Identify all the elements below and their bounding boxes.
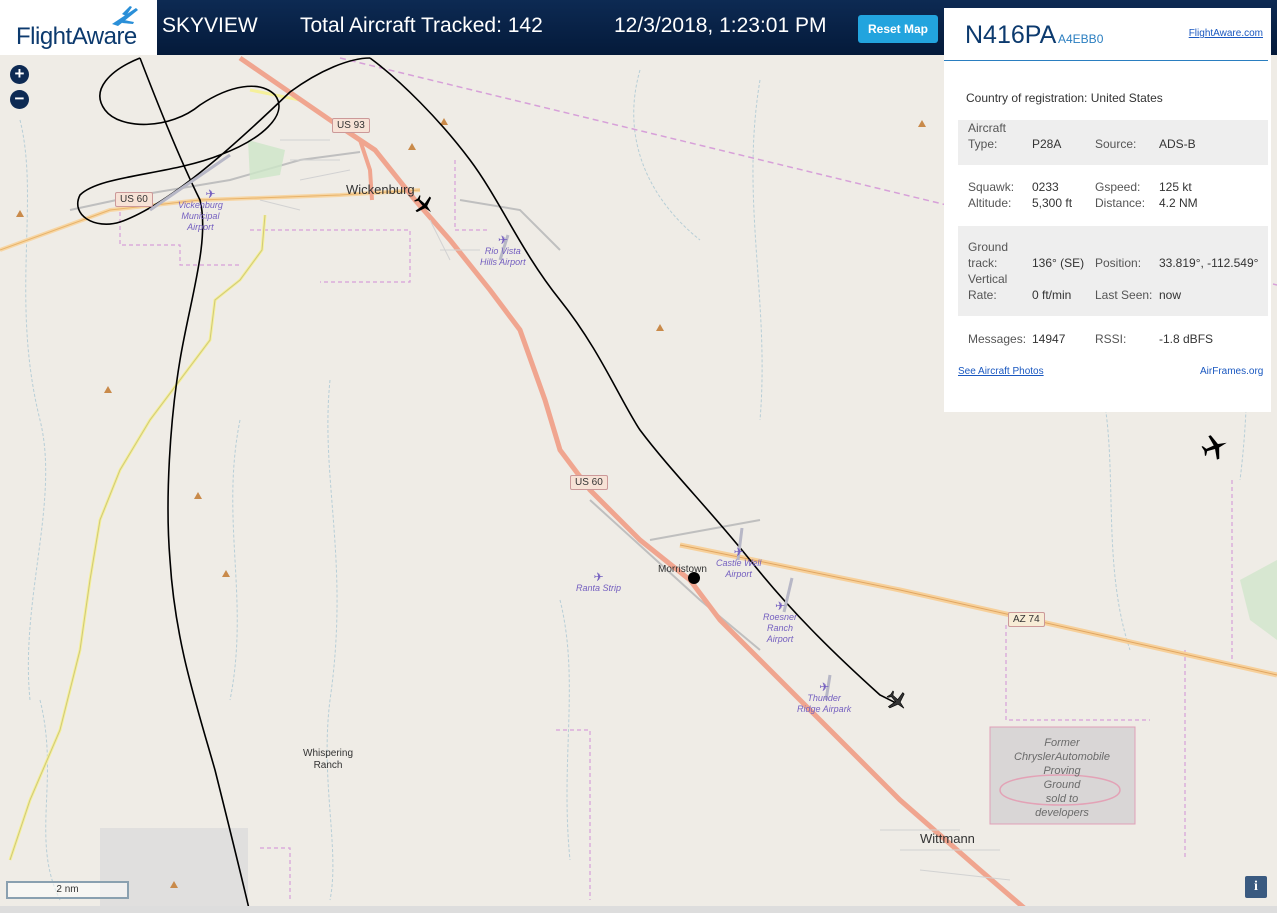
country-label: Country of registration: — [966, 91, 1088, 105]
country-row: Country of registration: United States — [966, 91, 1163, 105]
horizontal-scrollbar[interactable] — [0, 906, 1277, 913]
airport-rio-vista: ✈ Rio Vista Hills Airport — [480, 233, 526, 268]
type-label-line2: Type: — [968, 137, 998, 151]
proving-ground-label: Former ChryslerAutomobile Proving Ground sol… — [1000, 736, 1124, 820]
aircraft-icon[interactable] — [1200, 432, 1230, 462]
place-label-wittmann: Wittmann — [920, 831, 975, 846]
ground-track-value: 136° (SE) — [1032, 256, 1085, 270]
airport-label-line: Airport — [725, 569, 752, 579]
airport-label-line: Vickenburg — [178, 200, 223, 210]
place-label-wickenburg: Wickenburg — [346, 182, 415, 197]
airport-icon: ✈ — [774, 599, 786, 613]
vertical-rate-label-line1: Vertical — [968, 272, 1008, 286]
proving-ground-label-line: ChryslerAutomobile — [1014, 751, 1110, 763]
airport-icon: ✈ — [819, 680, 830, 694]
airframes-link[interactable]: AirFrames.org — [1200, 366, 1263, 377]
airport-ranta-strip: ✈ Ranta Strip — [576, 570, 622, 594]
airport-castle-well: ✈ Castle Well Airport — [716, 545, 762, 580]
scale-bar: 2 nm — [6, 881, 129, 899]
airport-icon: ✈ — [593, 570, 604, 584]
airport-roesner-ranch: ✈ Roesner Ranch Airport — [763, 599, 798, 645]
position-value: 33.819°, -112.549° — [1159, 256, 1259, 270]
place-label-line: Ranch — [313, 760, 343, 771]
receiver-location-marker — [688, 572, 700, 584]
proving-ground-label-line: Former — [1044, 737, 1080, 749]
type-label-line1: Aircraft — [968, 121, 1007, 135]
last-seen-label: Last Seen: — [1095, 288, 1153, 302]
last-seen-value: now — [1159, 288, 1182, 302]
airport-icon: ✈ — [205, 187, 216, 201]
selected-aircraft-icon[interactable] — [885, 689, 909, 713]
aircraft-icon[interactable] — [412, 193, 436, 217]
ground-track-label-line1: Ground — [968, 240, 1009, 254]
place-label-morristown: Morristown — [658, 564, 707, 575]
airport-icon: ✈ — [497, 233, 508, 247]
squawk-value: 0233 — [1032, 180, 1059, 194]
aircraft-registration: N416PA — [965, 21, 1057, 49]
altitude-label: Altitude: — [968, 196, 1012, 210]
rssi-value: -1.8 dBFS — [1159, 332, 1214, 346]
airport-label-line: Ridge Airpark — [797, 704, 852, 714]
airport-label-line: Municipal — [181, 211, 220, 221]
zoom-in-button[interactable]: + — [10, 65, 29, 84]
rssi-label: RSSI: — [1095, 332, 1127, 346]
place-label-line: Whispering — [303, 748, 354, 759]
info-button[interactable]: i — [1245, 876, 1267, 898]
proving-ground-label-line: Proving — [1043, 765, 1081, 777]
messages-value: 14947 — [1032, 332, 1066, 346]
source-value: ADS-B — [1159, 137, 1196, 151]
flightaware-logo[interactable]: FlightAware — [0, 0, 157, 55]
airport-label-line: Airport — [766, 634, 794, 644]
aircraft-info-panel: N416PA A4EBB0 FlightAware.com Country of… — [944, 8, 1271, 412]
altitude-value: 5,300 ft — [1032, 196, 1073, 210]
country-value: United States — [1090, 91, 1163, 105]
flightaware-link[interactable]: FlightAware.com — [1189, 28, 1263, 39]
aircraft-photos-link[interactable]: See Aircraft Photos — [958, 366, 1044, 377]
reset-map-button[interactable]: Reset Map — [858, 15, 938, 43]
place-label-whispering-ranch: Whispering Ranch — [303, 748, 353, 772]
source-label: Source: — [1095, 137, 1137, 151]
road-shield-us60: US 60 — [570, 475, 608, 490]
airport-label-line: Hills Airport — [480, 257, 526, 267]
distance-value: 4.2 NM — [1159, 196, 1198, 210]
airport-icon: ✈ — [733, 545, 744, 559]
airport-wickenburg: ✈ Vickenburg Municipal Airport — [178, 187, 223, 233]
app-name: SKYVIEW — [162, 14, 258, 37]
road-shield-us60: US 60 — [115, 192, 153, 207]
proving-ground-label-line: sold to — [1045, 793, 1079, 805]
airport-label-line: Roesner — [763, 612, 798, 622]
airport-label-line: Thunder — [807, 693, 841, 703]
zoom-out-button[interactable]: − — [10, 90, 29, 109]
messages-label: Messages: — [968, 332, 1027, 346]
total-tracked: Total Aircraft Tracked: 142 — [300, 14, 543, 37]
vertical-rate-label-line2: Rate: — [968, 288, 997, 302]
current-datetime: 12/3/2018, 1:23:01 PM — [614, 14, 827, 37]
road-shield-az74: AZ 74 — [1008, 612, 1045, 627]
airport-thunder-ridge: ✈ Thunder Ridge Airpark — [797, 680, 852, 715]
position-label: Position: — [1095, 256, 1142, 270]
ground-track-label-line2: track: — [968, 256, 998, 270]
gspeed-value: 125 kt — [1159, 180, 1192, 194]
vertical-rate-value: 0 ft/min — [1032, 288, 1072, 302]
aircraft-type-value: P28A — [1032, 137, 1062, 151]
aircraft-hex-code: A4EBB0 — [1058, 32, 1104, 46]
squawk-label: Squawk: — [968, 180, 1015, 194]
panel-divider — [944, 60, 1268, 61]
airport-label-line: Airport — [187, 222, 214, 232]
proving-ground-label-line: Ground — [1043, 779, 1081, 791]
gspeed-label: Gspeed: — [1095, 180, 1141, 194]
airport-label-line: Ranta Strip — [576, 583, 622, 593]
proving-ground-label-line: developers — [1035, 807, 1089, 819]
distance-label: Distance: — [1095, 196, 1146, 210]
logo-plane-icon — [112, 6, 138, 26]
airport-label-line: Rio Vista — [484, 246, 521, 256]
airport-label-line: Ranch — [767, 623, 794, 633]
road-shield-us93: US 93 — [332, 118, 370, 133]
airport-label-line: Castle Well — [716, 558, 762, 568]
